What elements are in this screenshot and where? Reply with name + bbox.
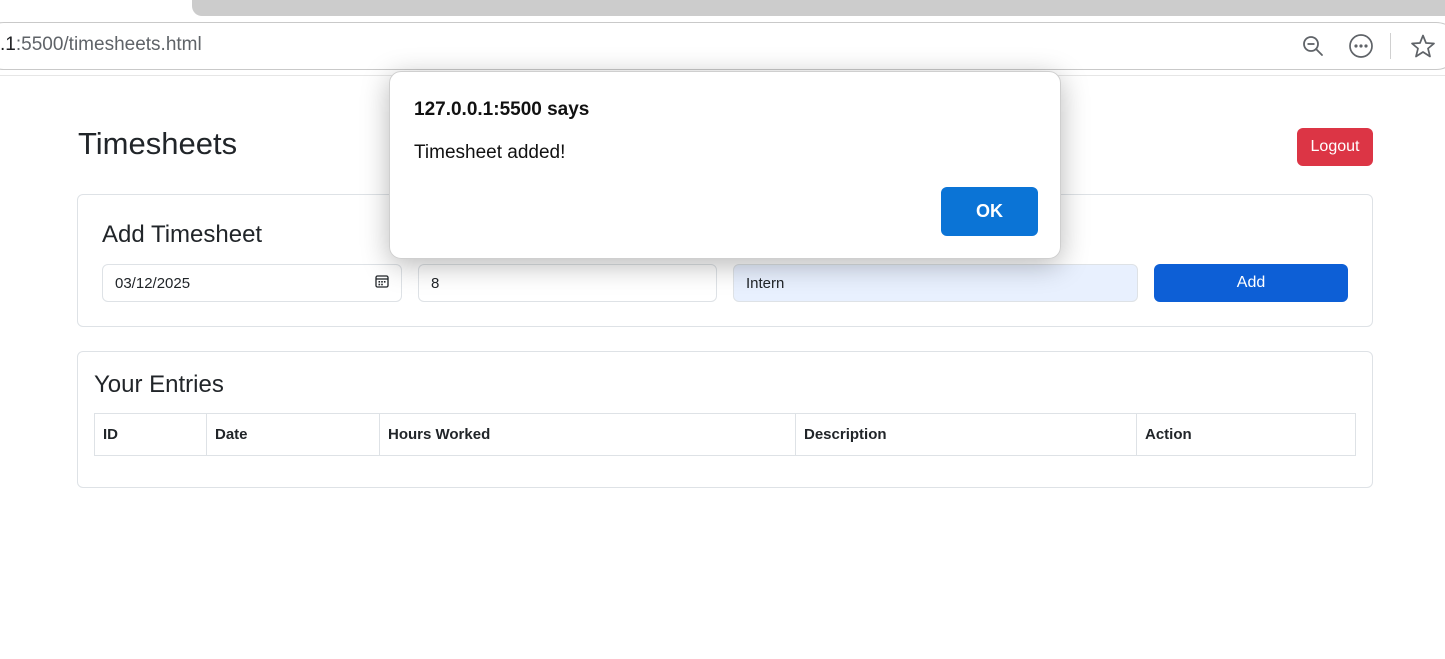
tab-strip <box>0 0 1445 22</box>
hours-value: 8 <box>431 274 440 292</box>
dialog-message: Timesheet added! <box>414 142 566 163</box>
dialog-title: 127.0.0.1:5500 says <box>414 99 590 120</box>
page-title: Timesheets <box>78 126 238 161</box>
url-host: .1 <box>0 34 16 55</box>
ok-button[interactable]: OK <box>941 187 1038 236</box>
toolbar-divider <box>1390 33 1391 59</box>
date-input[interactable]: 03/12/2025 <box>102 264 402 302</box>
column-header-id: ID <box>94 413 207 456</box>
address-bar[interactable] <box>0 22 1445 70</box>
date-value: 03/12/2025 <box>115 274 191 292</box>
tab-strip-bar <box>192 0 1445 16</box>
zoom-out-icon[interactable] <box>1299 32 1327 60</box>
column-header-action: Action <box>1136 413 1356 456</box>
add-timesheet-title: Add Timesheet <box>102 221 263 248</box>
column-header-hours: Hours Worked <box>379 413 796 456</box>
column-header-date: Date <box>206 413 380 456</box>
column-header-description: Description <box>795 413 1137 456</box>
url-path: :5500/timesheets.html <box>15 34 202 55</box>
entries-card: Your Entries ID Date Hours Worked Descri… <box>77 351 1373 488</box>
calendar-icon[interactable] <box>375 274 389 292</box>
hours-input[interactable]: 8 <box>418 264 717 302</box>
more-options-icon[interactable] <box>1347 32 1375 60</box>
entries-table: ID Date Hours Worked Description Action <box>94 413 1356 456</box>
alert-dialog: 127.0.0.1:5500 says Timesheet added! OK <box>389 71 1061 259</box>
url-text[interactable]: .1:5500/timesheets.html <box>0 34 202 56</box>
description-input[interactable]: Intern <box>733 264 1138 302</box>
favorite-star-icon[interactable] <box>1409 32 1437 60</box>
entries-title: Your Entries <box>94 371 224 398</box>
add-button[interactable]: Add <box>1154 264 1348 302</box>
table-header-row: ID Date Hours Worked Description Action <box>94 413 1356 456</box>
logout-button[interactable]: Logout <box>1297 128 1373 166</box>
description-value: Intern <box>746 274 785 292</box>
